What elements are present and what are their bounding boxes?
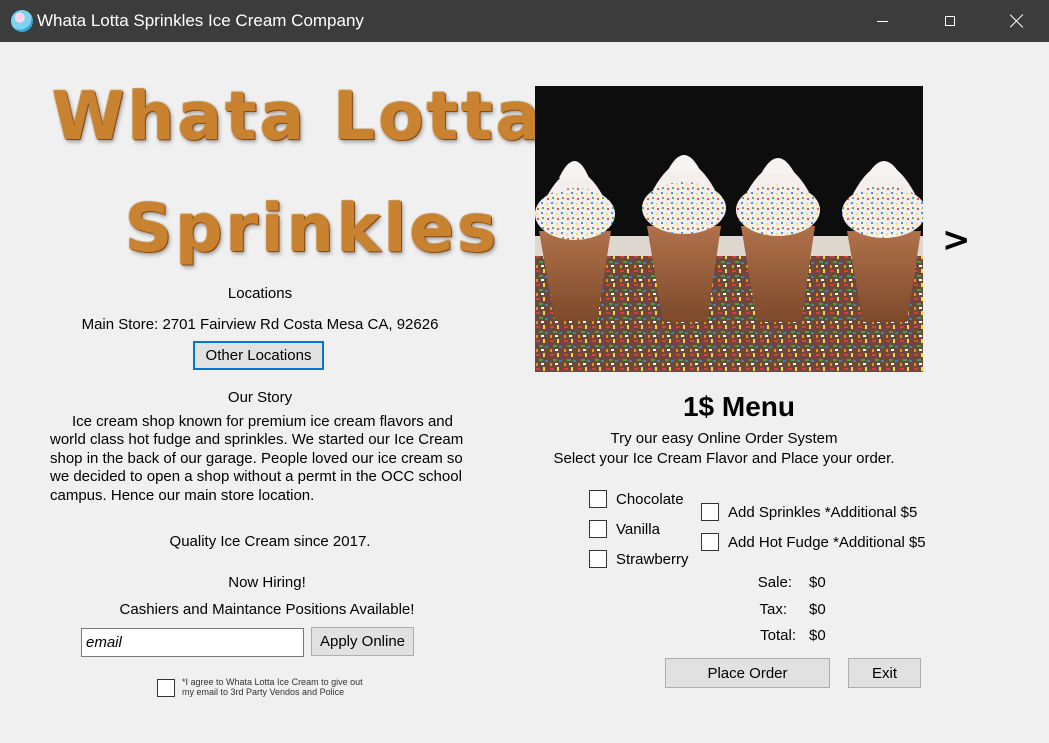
hiring-heading: Now Hiring! (228, 574, 306, 591)
locations-heading: Locations (227, 285, 293, 302)
chocolate-label: Chocolate (616, 491, 684, 508)
tax-value: $0 (809, 601, 826, 618)
place-order-button[interactable]: Place Order (665, 658, 830, 688)
ice-cream-app-icon (11, 10, 33, 32)
email-field[interactable] (81, 628, 304, 657)
ice-cream-cones-photo (535, 86, 923, 372)
tax-label: Tax: (759, 601, 787, 618)
maximize-icon (945, 16, 955, 26)
story-text-block: Ice cream shop known for premium ice cre… (50, 413, 475, 505)
logo-line-1: Whata Lotta (52, 78, 544, 155)
hiring-positions: Cashiers and Maintance Positions Availab… (119, 601, 415, 618)
quality-tagline: Quality Ice Cream since 2017. (169, 533, 371, 550)
next-image-button[interactable]: > (942, 220, 971, 260)
menu-subtitle-1: Try our easy Online Order System (610, 430, 838, 447)
menu-subtitle-2: Select your Ice Cream Flavor and Place y… (553, 450, 895, 467)
strawberry-checkbox[interactable] (589, 550, 607, 568)
maximize-button[interactable] (927, 0, 973, 42)
total-value: $0 (809, 627, 826, 644)
story-paragraph: Ice cream shop known for premium ice cre… (50, 413, 464, 504)
minimize-icon (876, 20, 888, 22)
main-store-address: Main Store: 2701 Fairview Rd Costa Mesa … (81, 316, 439, 333)
hot-fudge-checkbox[interactable] (701, 533, 719, 551)
sprinkles-label: Add Sprinkles *Additional $5 (728, 504, 918, 521)
sale-value: $0 (809, 574, 826, 591)
agree-label: *I agree to Whata Lotta Ice Cream to giv… (182, 677, 363, 697)
other-locations-button[interactable]: Other Locations (193, 341, 324, 370)
agree-checkbox[interactable] (157, 679, 175, 697)
window-title: Whata Lotta Sprinkles Ice Cream Company (37, 11, 364, 30)
menu-title: 1$ Menu (682, 391, 796, 422)
story-heading: Our Story (227, 389, 293, 406)
close-icon (1010, 14, 1024, 28)
agree-label-line-2: my email to 3rd Party Vendos and Police (182, 687, 345, 697)
sale-label: Sale: (757, 574, 792, 591)
minimize-button[interactable] (859, 0, 905, 42)
total-label: Total: (760, 627, 796, 644)
sprinkles-checkbox[interactable] (701, 503, 719, 521)
agree-label-line-1: *I agree to Whata Lotta Ice Cream to giv… (182, 677, 363, 687)
chocolate-checkbox[interactable] (589, 490, 607, 508)
hot-fudge-label: Add Hot Fudge *Additional $5 (728, 534, 926, 551)
strawberry-label: Strawberry (616, 551, 689, 568)
close-button[interactable] (994, 0, 1040, 42)
vanilla-checkbox[interactable] (589, 520, 607, 538)
title-bar: Whata Lotta Sprinkles Ice Cream Company (0, 0, 1049, 42)
apply-online-button[interactable]: Apply Online (311, 627, 414, 656)
vanilla-label: Vanilla (616, 521, 660, 538)
logo-line-2: Sprinkles (125, 190, 500, 267)
exit-button[interactable]: Exit (848, 658, 921, 688)
